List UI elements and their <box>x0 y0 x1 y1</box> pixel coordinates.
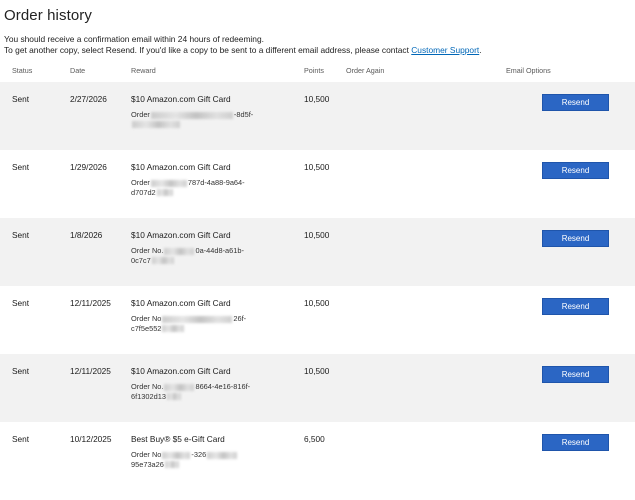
intro-line-2-text: To get another copy, select Resend. If y… <box>4 45 412 55</box>
redacted-order-id <box>150 179 187 187</box>
order-number: Order No. 0a-44d8-a61b- 0c7c7 <box>131 246 301 265</box>
order-number-visible-2: 0c7c7 <box>131 255 151 265</box>
redacted-order-id <box>207 451 238 459</box>
order-row: Sent 1/8/2026 $10 Amazon.com Gift Card 1… <box>0 218 635 286</box>
order-date: 12/11/2025 <box>70 298 111 308</box>
redacted-order-id <box>132 121 180 129</box>
order-number-visible-2: 6f1302d13 <box>131 391 166 401</box>
order-date: 1/29/2026 <box>70 162 107 172</box>
redacted-order-id <box>150 111 233 119</box>
order-reward: $10 Amazon.com Gift Card <box>131 94 231 104</box>
intro-line-2-end: . <box>479 45 482 55</box>
order-number: Order No. 8664-4e16-816f- 6f1302d13 <box>131 382 301 401</box>
resend-button[interactable]: Resend <box>542 298 609 315</box>
order-points: 10,500 <box>304 94 330 104</box>
intro-text: You should receive a confirmation email … <box>4 34 482 56</box>
redacted-order-id <box>156 189 173 197</box>
order-number-visible: -8d5f- <box>233 110 254 119</box>
order-reward: Best Buy® $5 e-Gift Card <box>131 434 225 444</box>
resend-button[interactable]: Resend <box>542 366 609 383</box>
order-number-visible: 787d-4a88-9a64- <box>187 178 245 187</box>
redacted-order-id <box>164 247 195 255</box>
order-status: Sent <box>12 366 30 376</box>
order-list: Sent 2/27/2026 $10 Amazon.com Gift Card … <box>0 82 635 490</box>
header-points: Points <box>304 66 324 75</box>
redacted-order-id <box>151 257 174 265</box>
order-status: Sent <box>12 230 30 240</box>
order-row: Sent 1/29/2026 $10 Amazon.com Gift Card … <box>0 150 635 218</box>
header-order-again: Order Again <box>346 66 385 75</box>
order-number-visible-2: d707d2 <box>131 187 156 197</box>
customer-support-link[interactable]: Customer Support <box>411 45 479 55</box>
redacted-order-id <box>162 325 185 333</box>
order-date: 10/12/2025 <box>70 434 112 444</box>
order-status: Sent <box>12 434 30 444</box>
header-reward: Reward <box>131 66 156 75</box>
order-reward: $10 Amazon.com Gift Card <box>131 162 231 172</box>
page-title: Order history <box>4 7 92 24</box>
order-row: Sent 12/11/2025 $10 Amazon.com Gift Card… <box>0 354 635 422</box>
order-number-visible: -326 <box>191 450 207 459</box>
resend-button[interactable]: Resend <box>542 162 609 179</box>
resend-button[interactable]: Resend <box>542 94 609 111</box>
header-status: Status <box>12 66 33 75</box>
order-number-label: Order No <box>131 450 162 459</box>
order-reward: $10 Amazon.com Gift Card <box>131 230 231 240</box>
order-number-label: Order No <box>131 314 162 323</box>
order-reward: $10 Amazon.com Gift Card <box>131 298 231 308</box>
order-points: 10,500 <box>304 162 330 172</box>
table-header: Status Date Reward Points Order Again Em… <box>0 64 635 78</box>
resend-button[interactable]: Resend <box>542 230 609 247</box>
redacted-order-id <box>164 461 179 469</box>
order-points: 10,500 <box>304 230 330 240</box>
order-points: 6,500 <box>304 434 325 444</box>
order-date: 12/11/2025 <box>70 366 111 376</box>
order-points: 10,500 <box>304 366 330 376</box>
order-row: Sent 12/11/2025 $10 Amazon.com Gift Card… <box>0 286 635 354</box>
order-row: Sent 2/27/2026 $10 Amazon.com Gift Card … <box>0 82 635 150</box>
order-number-label: Order <box>131 110 150 119</box>
order-status: Sent <box>12 94 30 104</box>
order-number-visible: 8664-4e16-816f- <box>195 382 251 391</box>
order-number: Order No 26f- c7f5e552 <box>131 314 301 333</box>
order-date: 2/27/2026 <box>70 94 107 104</box>
redacted-order-id <box>164 383 195 391</box>
redacted-order-id <box>162 315 233 323</box>
order-date: 1/8/2026 <box>70 230 103 240</box>
redacted-order-id <box>162 451 191 459</box>
order-number-label: Order No. <box>131 246 164 255</box>
header-email-options: Email Options <box>506 66 551 75</box>
order-number-label: Order No. <box>131 382 164 391</box>
order-status: Sent <box>12 298 30 308</box>
order-row: Sent 10/12/2025 Best Buy® $5 e-Gift Card… <box>0 422 635 490</box>
order-number: Order 787d-4a88-9a64- d707d2 <box>131 178 301 197</box>
order-number-visible: 0a-44d8-a61b- <box>195 246 244 255</box>
order-number-label: Order <box>131 178 150 187</box>
order-number-visible-2: 95e73a26 <box>131 459 164 469</box>
redacted-order-id <box>166 393 181 401</box>
order-number: Order No -326 95e73a26 <box>131 450 301 469</box>
order-reward: $10 Amazon.com Gift Card <box>131 366 231 376</box>
resend-button[interactable]: Resend <box>542 434 609 451</box>
order-number: Order -8d5f- <box>131 110 301 129</box>
intro-line-1: You should receive a confirmation email … <box>4 34 264 44</box>
order-status: Sent <box>12 162 30 172</box>
order-points: 10,500 <box>304 298 330 308</box>
intro-line-2: To get another copy, select Resend. If y… <box>4 45 482 56</box>
order-number-visible-2: c7f5e552 <box>131 323 162 333</box>
header-date: Date <box>70 66 86 75</box>
order-number-visible: 26f- <box>233 314 247 323</box>
